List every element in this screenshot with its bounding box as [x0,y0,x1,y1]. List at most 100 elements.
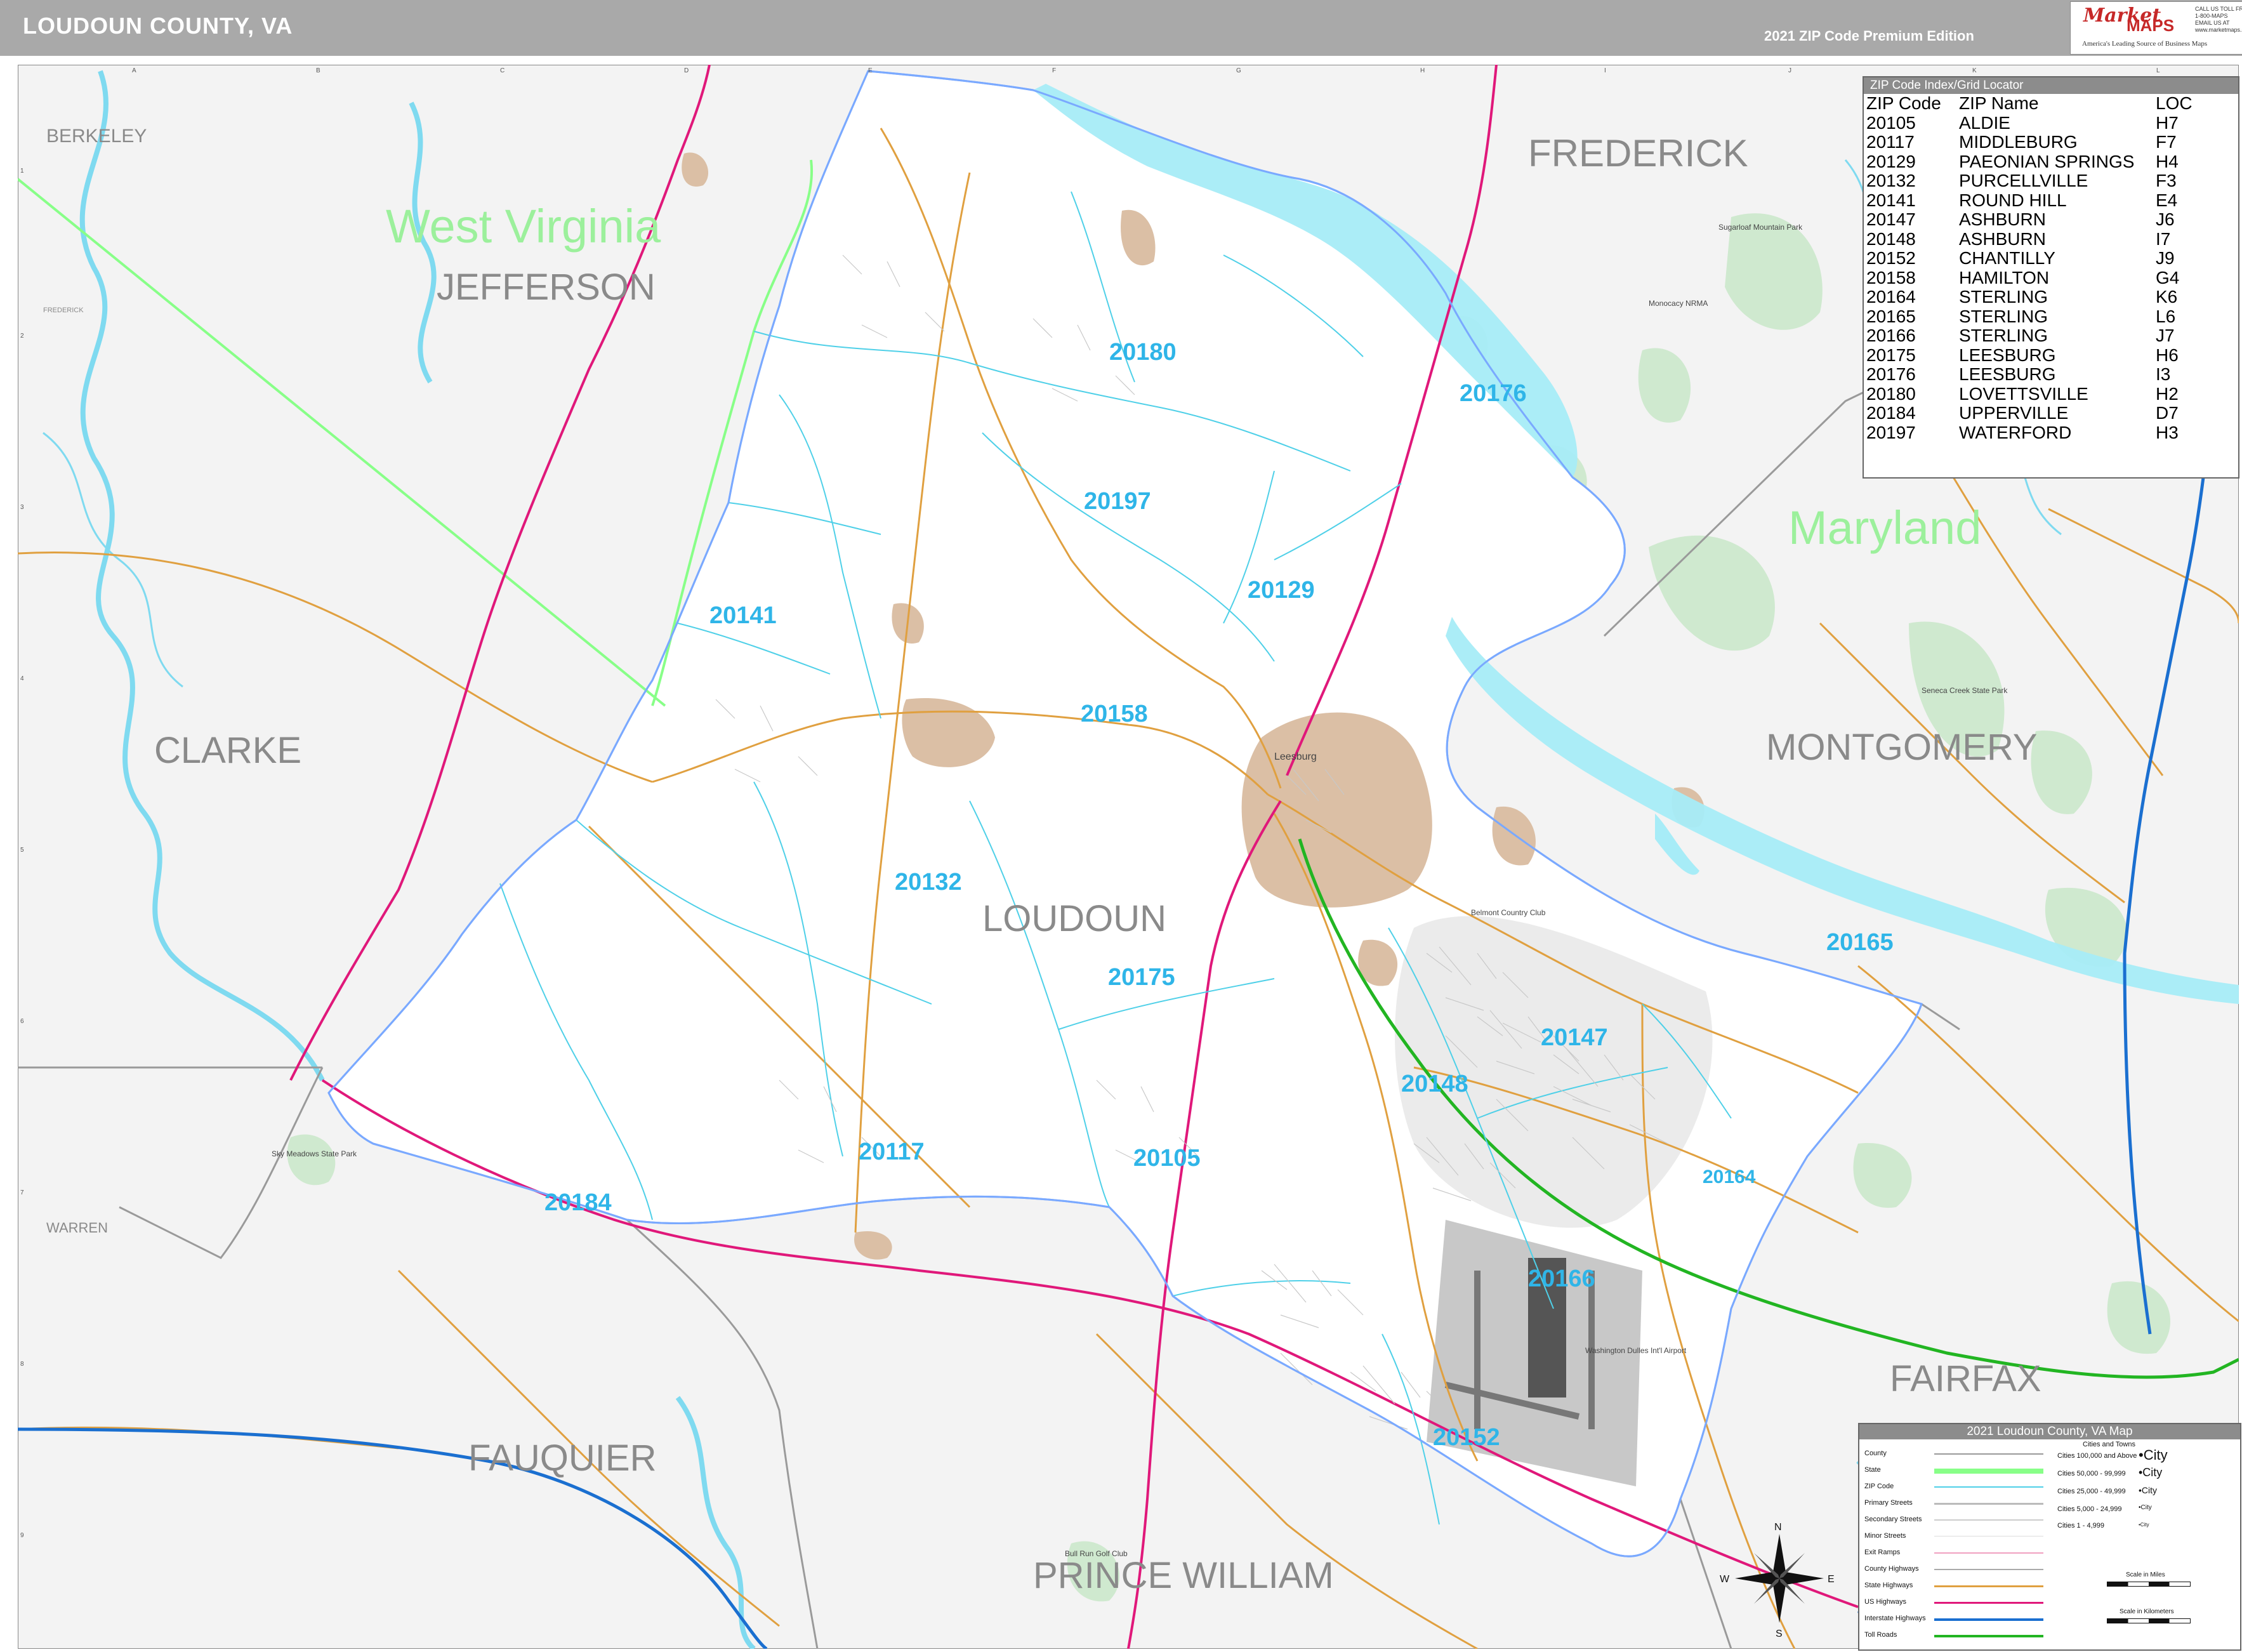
place-label: Monocacy NRMA [1649,299,1708,308]
zip-label[interactable]: 20180 [1109,339,1177,366]
legend-line-us-hwy [1934,1602,2043,1604]
zip-label[interactable]: 20117 [859,1139,925,1165]
county-label-loudoun: LOUDOUN [982,898,1166,939]
legend-line-zip [1934,1486,2043,1488]
legend-line-interstate [1934,1618,2043,1621]
compass-s: S [1776,1629,1783,1639]
zip-label[interactable]: 20164 [1703,1166,1756,1187]
table-row: 20117 MIDDLEBURG F7 [1866,132,2177,152]
legend-line-secondary [1934,1519,2043,1521]
compass-e: E [1828,1574,1835,1585]
zip-label[interactable]: 20129 [1248,577,1315,604]
county-label-berkeley: BERKELEY [46,126,147,147]
legend-city-symbol: •City [2139,1522,2149,1528]
table-row: 20141 ROUND HILL E4 [1866,190,2178,210]
grid-row-label: 6 [20,1018,24,1025]
legend-item: County Highways [1864,1565,1919,1573]
grid-row-label: 7 [20,1189,24,1196]
zip-label[interactable]: 20184 [544,1189,612,1216]
legend-line-county-hwy [1934,1569,2043,1570]
place-label: Washington Dulles Int'l Airport [1585,1346,1687,1355]
legend-cities-header: Cities and Towns [2083,1441,2135,1448]
legend-city-symbol: •City [2139,1504,2152,1511]
zip-label[interactable]: 20152 [1433,1424,1500,1451]
county-label-jefferson: JEFFERSON [437,267,656,308]
zip-label[interactable]: 20147 [1541,1024,1608,1051]
logo-contact: CALL US TOLL FREE 1-800-MAPS EMAIL US AT… [2195,6,2242,33]
table-row: 20164 STERLING K6 [1866,287,2178,307]
zip-label[interactable]: 20158 [1081,701,1148,727]
zip-code-index: ZIP Code Index/Grid Locator ZIP Code ZIP… [1863,76,2239,479]
title-bar: LOUDOUN COUNTY, VA 2021 ZIP Code Premium… [0,0,2242,56]
zip-label[interactable]: 20105 [1133,1145,1201,1172]
grid-row-label: 1 [20,168,24,175]
table-row: 20176 LEESBURG I3 [1866,364,2171,384]
legend-city-range: Cities 25,000 - 49,999 [2057,1488,2126,1495]
state-label-west-virginia: West Virginia [386,200,661,253]
table-row: 20132 PURCELLVILLE F3 [1866,171,2177,190]
grid-col-label: H [1420,67,1425,74]
grid-col-label: F [1052,67,1056,74]
county-label-clarke: CLARKE [154,730,301,771]
legend-city-range: Cities 100,000 and Above [2057,1452,2137,1460]
grid-row-label: 4 [20,675,24,682]
scale-bar-miles [2107,1582,2191,1587]
zip-label[interactable]: 20176 [1460,380,1527,407]
county-label-fairfax: FAIRFAX [1890,1358,2041,1399]
zip-label[interactable]: 20165 [1826,929,1894,956]
legend-line-state-hwy [1934,1585,2043,1587]
zip-label[interactable]: 20197 [1084,488,1151,515]
zip-label[interactable]: 20132 [895,869,962,895]
zip-label[interactable]: 20148 [1401,1071,1468,1097]
grid-col-label: J [1788,67,1791,74]
zip-index-col: ZIP Code [1866,93,1941,113]
legend-line-primary [1934,1503,2043,1505]
legend-item: Exit Ramps [1864,1549,1901,1556]
legend-item: State [1864,1466,1881,1474]
table-row: 20184 UPPERVILLE D7 [1866,403,2179,423]
legend-title: 2021 Loudoun County, VA Map [1859,1424,2240,1439]
zip-index-col: ZIP Name [1959,93,2039,113]
state-label-maryland: Maryland [1788,501,1981,554]
compass-n: N [1774,1522,1782,1533]
table-row: 20129 PAEONIAN SPRINGS H4 [1866,151,2179,171]
grid-col-label: K [1972,67,1977,74]
market-maps-logo: Market MAPS America's Leading Source of … [2070,1,2242,55]
legend-item: ZIP Code [1864,1483,1894,1490]
legend-line-county [1934,1453,2043,1455]
place-label: Sky Meadows State Park [272,1149,357,1158]
scale-km-label: Scale in Kilometers [2120,1608,2174,1615]
legend-item: Primary Streets [1864,1499,1913,1507]
grid-row-label: 2 [20,333,24,340]
zip-label[interactable]: 20141 [709,602,777,629]
table-row: 20147 ASHBURN J6 [1866,209,2175,229]
legend-city-symbol: •City [2139,1466,2163,1479]
grid-row-label: 9 [20,1532,24,1539]
zip-label[interactable]: 20175 [1108,964,1175,991]
legend-line-exit [1934,1552,2043,1554]
grid-col-label: L [2156,67,2160,74]
grid-col-label: B [316,67,320,74]
legend-item: Toll Roads [1864,1631,1897,1639]
legend-city-range: Cities 5,000 - 24,999 [2057,1505,2122,1513]
legend-item: State Highways [1864,1582,1913,1589]
table-row: 20158 HAMILTON G4 [1866,267,2180,287]
compass-w: W [1720,1574,1730,1585]
map-legend: 2021 Loudoun County, VA Map Cities and T… [1858,1423,2241,1651]
zip-index-col: LOC [2156,93,2193,113]
grid-row-label: 5 [20,847,24,854]
legend-city-range: Cities 1 - 4,999 [2057,1522,2104,1530]
grid-col-label: A [132,67,136,74]
table-row: 20148 ASHBURN I7 [1866,228,2171,249]
scale-bar-km [2107,1618,2191,1623]
legend-city-range: Cities 50,000 - 99,999 [2057,1470,2126,1477]
zip-label[interactable]: 20166 [1528,1265,1595,1292]
table-row: 20166 STERLING J7 [1866,326,2175,345]
grid-row-label: 8 [20,1361,24,1368]
county-label-montgomery: MONTGOMERY [1766,727,2038,768]
map-title: LOUDOUN COUNTY, VA [23,13,293,39]
county-label-prince-william: PRINCE WILLIAM [1033,1555,1334,1596]
county-label-frederick: FREDERICK [1528,132,1748,175]
zip-index-table: ZIP Code ZIP Name LOC 20105 ALDIE H7 20117… [1866,93,2226,442]
logo-tagline: America's Leading Source of Business Map… [2082,40,2208,48]
